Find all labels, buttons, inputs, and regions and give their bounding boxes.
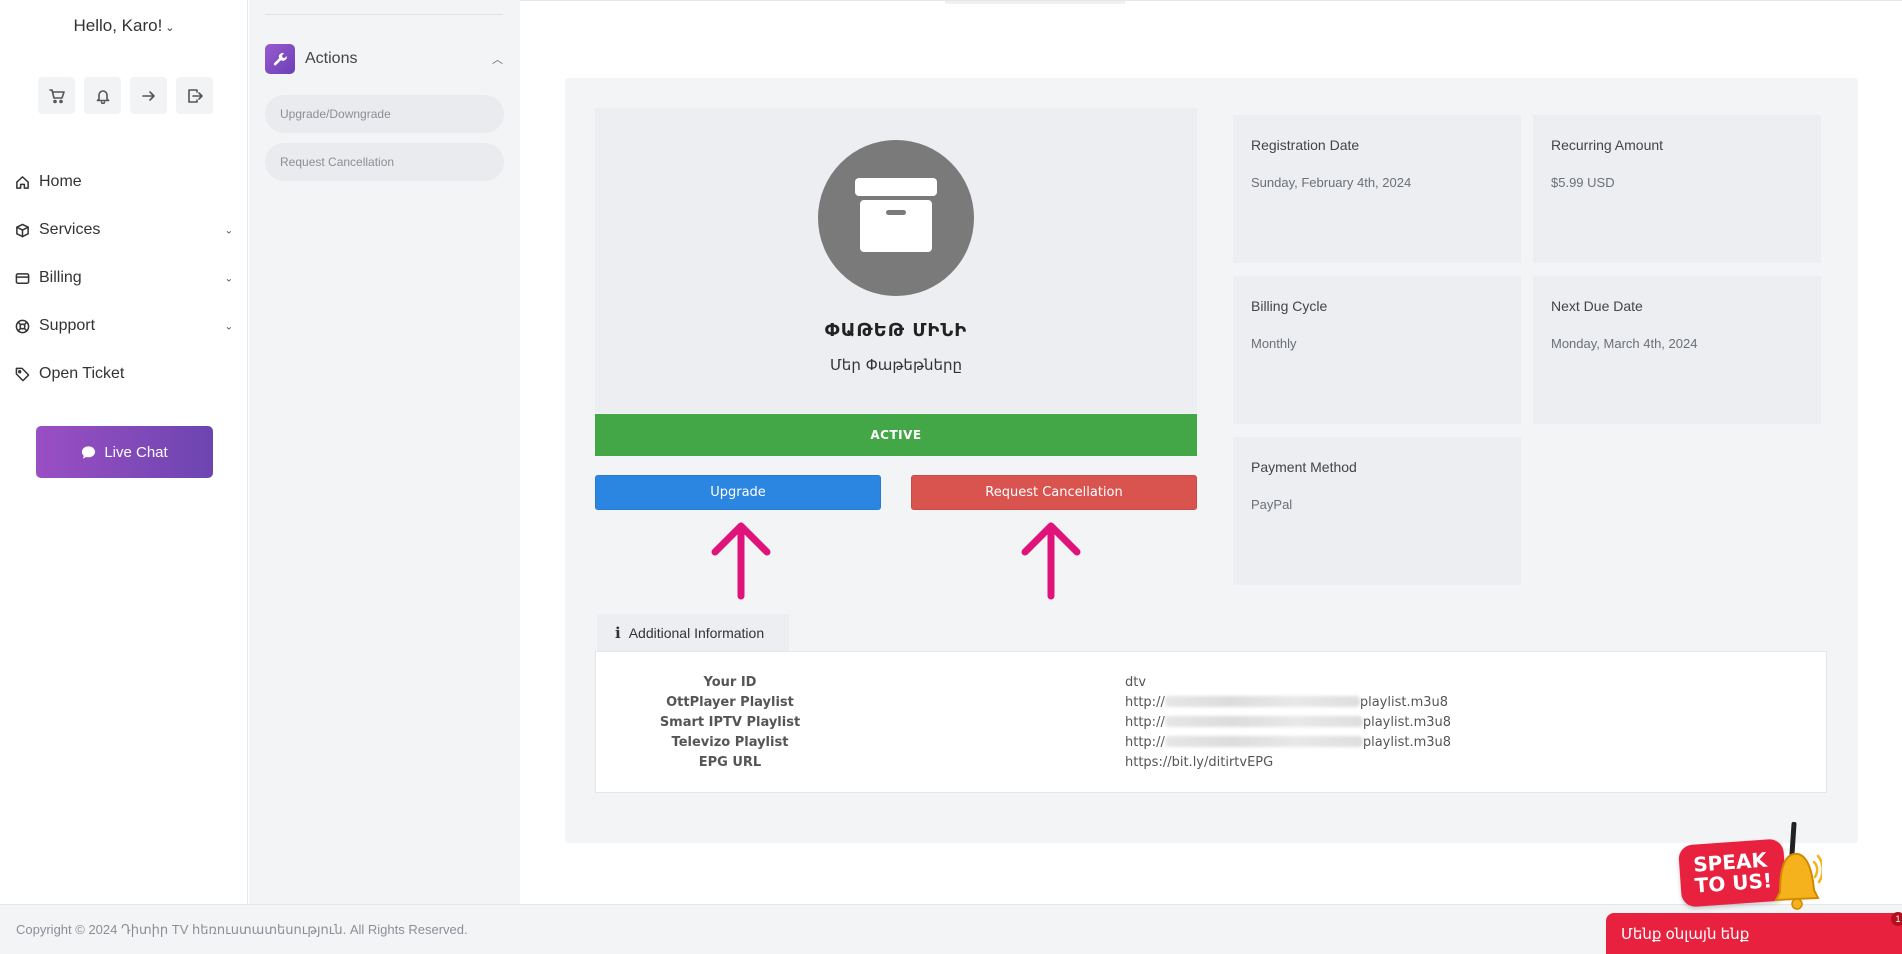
- tile-label: Next Due Date: [1551, 298, 1643, 314]
- actions-header[interactable]: Actions ︿: [265, 44, 505, 74]
- actions-panel: Actions ︿ Upgrade/Downgrade Request Canc…: [249, 0, 520, 904]
- nav-home-label: Home: [39, 173, 82, 190]
- logout-button[interactable]: [176, 77, 213, 114]
- speak-to-us-widget[interactable]: SPEAK TO US!: [1677, 822, 1822, 912]
- arrow-up-icon: [706, 516, 776, 600]
- tag-icon: [15, 367, 30, 381]
- arrow-right-icon: [141, 90, 155, 101]
- tile-value: Sunday, February 4th, 2024: [1251, 175, 1412, 190]
- additional-information-label: Additional Information: [628, 625, 765, 641]
- chevron-down-icon: ⌄: [224, 273, 233, 285]
- recurring-amount-tile: Recurring Amount $5.99 USD: [1533, 115, 1821, 263]
- box-icon: [16, 223, 29, 237]
- nav-billing[interactable]: Billing ⌄: [0, 254, 248, 302]
- tile-label: Billing Cycle: [1251, 298, 1328, 314]
- billing-cycle-tile: Billing Cycle Monthly: [1233, 276, 1521, 424]
- chevron-down-icon: ⌄: [224, 225, 233, 237]
- row-value[interactable]: http://playlist.m3u8: [1125, 695, 1448, 710]
- archive-box-icon: [818, 140, 974, 296]
- product-name: ՓԱԹԵԹ ՄԻՆԻ: [824, 320, 968, 341]
- action-request-cancellation[interactable]: Request Cancellation: [265, 143, 504, 181]
- divider: [265, 14, 503, 15]
- chat-bubble-icon: [82, 445, 96, 459]
- cart-icon: [48, 88, 65, 103]
- table-row: Smart IPTV Playlist http://playlist.m3u8: [596, 715, 1826, 735]
- upgrade-button[interactable]: Upgrade: [595, 475, 881, 510]
- row-value[interactable]: http://playlist.m3u8: [1125, 735, 1451, 750]
- chat-online-label: Մենք օնլայն ենք: [1621, 925, 1750, 943]
- request-cancellation-button[interactable]: Request Cancellation: [911, 475, 1197, 510]
- sidebar: Hello, Karo!⌄ Home Services ⌄ Billing ⌄: [0, 0, 248, 904]
- redacted-text: [1164, 696, 1360, 707]
- action-request-cancellation-label: Request Cancellation: [280, 155, 395, 169]
- row-key: EPG URL: [698, 755, 762, 770]
- additional-information-table: Your ID dtv OttPlayer Playlist http://pl…: [595, 651, 1827, 793]
- main-nav: Home Services ⌄ Billing ⌄ Support ⌄ Open…: [0, 158, 248, 398]
- bell-icon: [1774, 822, 1822, 910]
- row-key: OttPlayer Playlist: [666, 695, 794, 710]
- speak-text: SPEAK TO US!: [1692, 847, 1773, 898]
- chevron-up-icon: ︿: [492, 54, 503, 66]
- live-chat-button[interactable]: Live Chat: [36, 426, 213, 478]
- additional-information-tab[interactable]: i Additional Information: [597, 614, 789, 652]
- bell-icon: [96, 89, 109, 104]
- table-row: OttPlayer Playlist http://playlist.m3u8: [596, 695, 1826, 715]
- actions-title: Actions: [305, 50, 358, 67]
- payment-method-tile: Payment Method PayPal: [1233, 437, 1521, 585]
- product-group: Մեր Փաթեթները: [829, 356, 963, 374]
- action-upgrade-downgrade-label: Upgrade/Downgrade: [280, 107, 391, 121]
- chevron-down-icon: ⌄: [165, 22, 175, 34]
- greeting-label: Hello, Karo!: [73, 16, 163, 35]
- lifebuoy-icon: [15, 319, 30, 333]
- logout-icon: [187, 88, 203, 103]
- nav-support[interactable]: Support ⌄: [0, 302, 248, 350]
- nav-support-label: Support: [39, 317, 96, 334]
- nav-billing-label: Billing: [39, 269, 82, 286]
- row-key: Your ID: [703, 675, 757, 690]
- tile-value: Monday, March 4th, 2024: [1551, 336, 1698, 351]
- redacted-text: [1164, 716, 1363, 727]
- notifications-button[interactable]: [84, 77, 121, 114]
- registration-date-tile: Registration Date Sunday, February 4th, …: [1233, 115, 1521, 263]
- nav-home[interactable]: Home: [0, 158, 248, 206]
- tile-value: $5.99 USD: [1551, 175, 1615, 190]
- switch-account-button[interactable]: [130, 77, 167, 114]
- tile-label: Recurring Amount: [1551, 137, 1664, 153]
- status-badge: ACTIVE: [595, 414, 1197, 456]
- tile-label: Payment Method: [1251, 459, 1357, 475]
- nav-services-label: Services: [39, 221, 101, 238]
- credit-card-icon: [15, 272, 30, 284]
- user-menu[interactable]: Hello, Karo! ⌄: [0, 16, 248, 36]
- cart-button[interactable]: [38, 77, 75, 114]
- chevron-down-icon: ⌄: [224, 321, 233, 333]
- table-row: Televizo Playlist http://playlist.m3u8: [596, 735, 1826, 755]
- table-row: EPG URL https://bit.ly/ditirtvEPG: [596, 755, 1826, 775]
- nav-open-ticket-label: Open Ticket: [39, 365, 125, 382]
- action-upgrade-downgrade[interactable]: Upgrade/Downgrade: [265, 95, 504, 133]
- chat-online-bar[interactable]: Մենք օնլայն ենք: [1606, 913, 1902, 954]
- nav-services[interactable]: Services ⌄: [0, 206, 248, 254]
- table-row: Your ID dtv: [596, 675, 1826, 695]
- top-tab-indicator: [945, 1, 1125, 4]
- quick-actions: [38, 77, 213, 114]
- top-border: [520, 0, 1902, 1]
- live-chat-label: Live Chat: [104, 443, 168, 461]
- unread-count-badge: 1: [1891, 912, 1902, 926]
- row-value[interactable]: https://bit.ly/ditirtvEPG: [1125, 755, 1273, 770]
- tile-label: Registration Date: [1251, 137, 1360, 153]
- next-due-date-tile: Next Due Date Monday, March 4th, 2024: [1533, 276, 1821, 424]
- wrench-icon: [265, 44, 295, 74]
- arrow-up-icon: [1016, 516, 1086, 600]
- redacted-text: [1164, 736, 1363, 747]
- row-key: Smart IPTV Playlist: [659, 715, 801, 730]
- row-key: Televizo Playlist: [671, 735, 789, 750]
- info-icon: i: [615, 624, 621, 642]
- row-value[interactable]: http://playlist.m3u8: [1125, 715, 1451, 730]
- tile-value: Monthly: [1251, 336, 1297, 351]
- home-icon: [16, 175, 29, 189]
- row-value: dtv: [1125, 675, 1147, 690]
- tile-value: PayPal: [1251, 497, 1293, 512]
- nav-open-ticket[interactable]: Open Ticket: [0, 350, 248, 398]
- copyright: Copyright © 2024 Դիտիր TV հեռուստատեսութ…: [16, 922, 468, 937]
